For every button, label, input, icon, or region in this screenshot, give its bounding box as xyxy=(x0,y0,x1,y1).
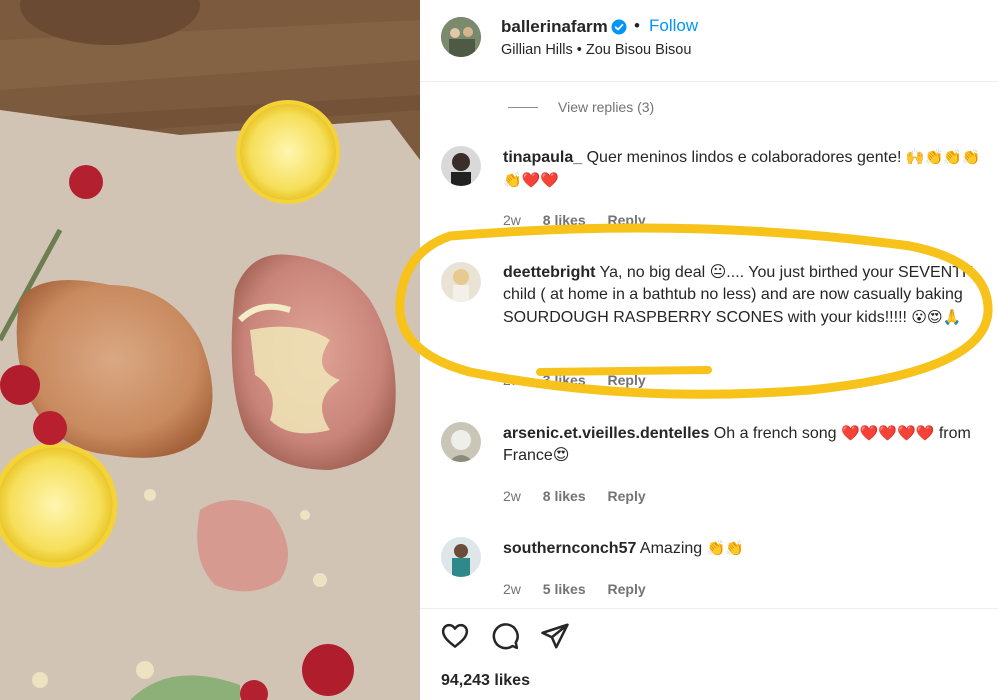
comment-meta: 2w 5 likes Reply xyxy=(503,581,664,597)
commenter-avatar-image xyxy=(441,537,481,577)
heart-icon[interactable] xyxy=(440,621,470,651)
commenter-avatar-image xyxy=(441,146,481,186)
comment-time: 2w xyxy=(503,212,521,228)
post-location[interactable]: Gillian Hills • Zou Bisou Bisou xyxy=(501,42,691,58)
verified-badge-icon xyxy=(611,19,627,35)
comment-username[interactable]: deettebright xyxy=(503,264,595,281)
comment-likes[interactable]: 8 likes xyxy=(543,488,586,504)
commenter-avatar[interactable] xyxy=(441,537,481,577)
comment-likes[interactable]: 3 likes xyxy=(543,372,586,388)
post-actions xyxy=(420,608,998,668)
comment-text: tinapaula_ Quer meninos lindos e colabor… xyxy=(503,146,983,192)
comment-meta: 2w 8 likes Reply xyxy=(503,212,664,228)
comments-panel: ballerinafarm • Follow Gillian Hills • Z… xyxy=(420,0,998,700)
post-header: ballerinafarm • Follow Gillian Hills • Z… xyxy=(420,0,998,82)
comment-time: 2w xyxy=(503,488,521,504)
commenter-avatar-image xyxy=(441,262,481,302)
comment-username[interactable]: arsenic.et.vieilles.dentelles xyxy=(503,425,709,442)
share-icon[interactable] xyxy=(540,621,570,651)
comment-likes[interactable]: 8 likes xyxy=(543,212,586,228)
comment-username[interactable]: tinapaula_ xyxy=(503,149,582,166)
comment-text: arsenic.et.vieilles.dentelles Oh a frenc… xyxy=(503,422,983,467)
reply-button[interactable]: Reply xyxy=(608,212,646,228)
likes-count[interactable]: 94,243 likes xyxy=(441,672,530,690)
post-image xyxy=(0,0,420,700)
reply-button[interactable]: Reply xyxy=(608,372,646,388)
comment-text: deettebright Ya, no big deal 😐.... You j… xyxy=(503,262,983,329)
comment-content: Oh a french song xyxy=(713,425,837,442)
comment-icon[interactable] xyxy=(490,621,520,651)
commenter-avatar-image xyxy=(441,422,481,462)
reply-button[interactable]: Reply xyxy=(608,488,646,504)
author-avatar[interactable] xyxy=(441,17,481,57)
comment-emojis: 👏👏 xyxy=(706,539,744,557)
author-username[interactable]: ballerinafarm xyxy=(501,17,608,37)
comment-meta: 2w 3 likes Reply xyxy=(503,372,664,388)
view-replies-label: View replies (3) xyxy=(558,99,655,115)
commenter-avatar[interactable] xyxy=(441,146,481,186)
comment-emojis: 😮😍🙏 xyxy=(911,308,962,326)
comment-username[interactable]: southernconch57 xyxy=(503,540,636,557)
comment-time: 2w xyxy=(503,581,521,597)
author-avatar-image xyxy=(441,17,481,57)
follow-button[interactable]: Follow xyxy=(649,16,698,36)
scones-photo xyxy=(0,0,420,700)
comment-emojis: ❤️❤️❤️❤️❤️ xyxy=(841,424,935,442)
comment-time: 2w xyxy=(503,372,521,388)
comment-meta: 2w 8 likes Reply xyxy=(503,488,664,504)
comment-text: southernconch57 Amazing 👏👏 xyxy=(503,537,983,560)
comment-content: Quer meninos lindos e colaboradores gent… xyxy=(586,149,902,166)
comment-likes[interactable]: 5 likes xyxy=(543,581,586,597)
separator-dot: • xyxy=(634,16,640,35)
replies-divider xyxy=(508,107,538,108)
commenter-avatar[interactable] xyxy=(441,422,481,462)
reply-button[interactable]: Reply xyxy=(608,581,646,597)
commenter-avatar[interactable] xyxy=(441,262,481,302)
comment-content: Amazing xyxy=(639,540,703,557)
